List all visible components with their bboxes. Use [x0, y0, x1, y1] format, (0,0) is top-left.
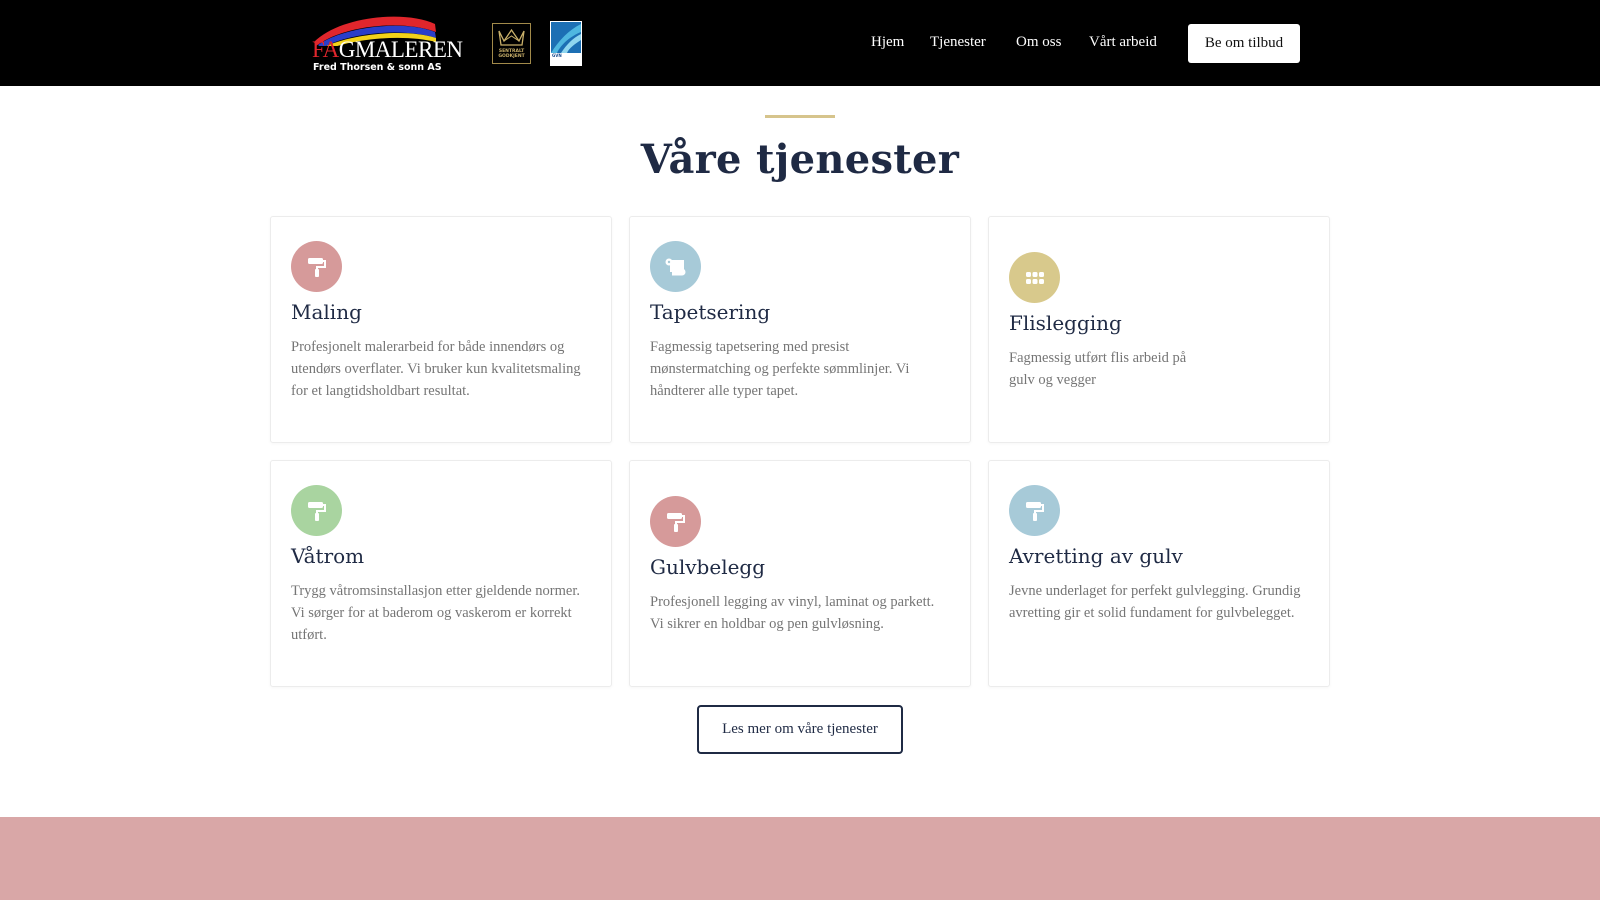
service-title: Maling [291, 300, 362, 324]
nav-link-hjem[interactable]: Hjem [871, 34, 904, 51]
gvn-text: GVN [552, 53, 562, 58]
sentralt-godkjent-text: SENTRALT GODKJENT [498, 49, 525, 59]
service-title: Gulvbelegg [650, 555, 766, 579]
service-description: Fagmessig tapetsering med presist mønste… [650, 339, 910, 399]
service-card-gulvbelegg: Gulvbelegg Profesjonell legging av vinyl… [629, 460, 971, 687]
fagmaleren-logo[interactable]: FAGMALEREN Fred Thorsen & sonn AS [310, 12, 463, 76]
service-description: Profesjonell legging av vinyl, laminat o… [650, 594, 935, 632]
service-description: Jevne underlaget for perfekt gulvlegging… [1009, 583, 1301, 621]
service-card-avretting: Avretting av gulv Jevne underlaget for p… [988, 460, 1330, 687]
read-more-services-button[interactable]: Les mer om våre tjenester [697, 705, 903, 754]
logo-wordmark: FAGMALEREN [312, 37, 463, 62]
service-title: Flislegging [1009, 311, 1122, 335]
paint-roller-icon [650, 496, 701, 547]
paint-roller-icon [291, 241, 342, 292]
crown-icon [498, 28, 525, 46]
service-description: Profesjonelt malerarbeid for både innend… [291, 339, 581, 399]
section-title: Våre tjenester [640, 136, 960, 183]
section-accent-line [765, 115, 835, 118]
nav-link-tjenester[interactable]: Tjenester [930, 34, 986, 51]
paint-roller-icon [1009, 485, 1060, 536]
nav-link-vart-arbeid[interactable]: Vårt arbeid [1089, 34, 1157, 51]
scroll-icon [650, 241, 701, 292]
gvn-badge: GVN [550, 21, 582, 66]
next-section-band [0, 817, 1600, 900]
service-description: Trygg våtromsinstallasjon etter gjeldend… [291, 583, 581, 643]
paint-roller-icon [291, 485, 342, 536]
sentralt-godkjent-badge: SENTRALT GODKJENT [492, 23, 531, 64]
site-header: FAGMALEREN Fred Thorsen & sonn AS SENTRA… [0, 0, 1600, 86]
logo-subtitle: Fred Thorsen & sonn AS [313, 62, 442, 73]
service-card-vatrom: Våtrom Trygg våtromsinstallasjon etter g… [270, 460, 612, 687]
grid-dots-icon [1009, 252, 1060, 303]
service-description: Fagmessig utført flis arbeid på gulv og … [1009, 350, 1187, 388]
nav-link-om-oss[interactable]: Om oss [1016, 34, 1061, 51]
service-title: Avretting av gulv [1009, 544, 1183, 568]
gvn-wave-icon [551, 22, 581, 53]
service-card-maling: Maling Profesjonelt malerarbeid for både… [270, 216, 612, 443]
service-card-tapetsering: Tapetsering Fagmessig tapetsering med pr… [629, 216, 971, 443]
service-title: Tapetsering [650, 300, 771, 324]
service-title: Våtrom [291, 544, 365, 568]
service-card-flislegging: Flislegging Fagmessig utført flis arbeid… [988, 216, 1330, 443]
request-quote-button[interactable]: Be om tilbud [1188, 24, 1300, 63]
